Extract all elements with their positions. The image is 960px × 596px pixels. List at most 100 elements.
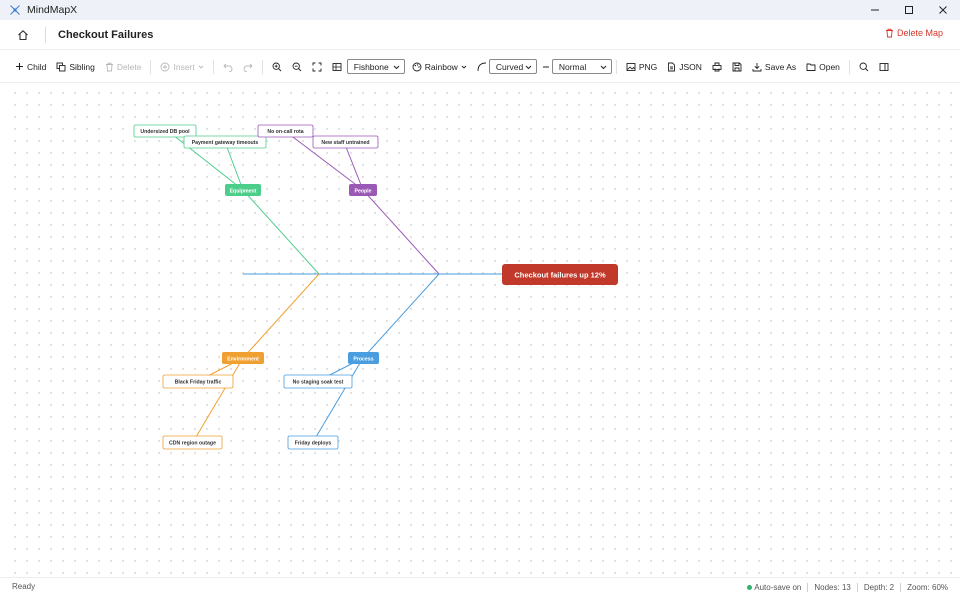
chevron-down-icon	[525, 65, 532, 69]
root-node-label: Checkout failures up 12%	[514, 271, 606, 280]
undo-icon	[223, 63, 233, 72]
add-sibling-label: Sibling	[69, 61, 95, 72]
save-as-label: Save As	[764, 61, 797, 72]
zoom-in-button[interactable]	[267, 57, 287, 77]
minimize-button[interactable]	[858, 0, 892, 20]
cause-node-cdn-region-outage[interactable]: CDN region outage	[162, 435, 223, 450]
fishbone-diagram: Checkout failures up 12% Equipment Peopl…	[133, 124, 618, 450]
theme-label: Rainbow	[424, 61, 458, 72]
open-label: Open	[819, 61, 840, 72]
curve-icon	[477, 62, 486, 71]
download-icon	[752, 62, 762, 71]
category-label-people: People	[354, 188, 371, 194]
export-png-label: PNG	[638, 61, 658, 72]
bone-people	[362, 189, 440, 275]
line-width-select[interactable]: Normal	[551, 59, 612, 74]
zoom-level: Zoom: 60%	[907, 582, 948, 592]
root-node[interactable]: Checkout failures up 12%	[502, 264, 618, 285]
category-node-process[interactable]: Process	[348, 352, 379, 364]
add-child-button[interactable]: Child	[10, 57, 51, 77]
export-json-button[interactable]: JSON	[662, 57, 707, 77]
redo-icon	[243, 63, 253, 72]
palette-icon	[412, 62, 422, 71]
search-icon	[859, 62, 869, 71]
zoom-out-button[interactable]	[287, 57, 307, 77]
mindmap-canvas[interactable]: Checkout failures up 12% Equipment Peopl…	[6, 84, 954, 576]
line-style-select-value: Curved	[495, 61, 524, 72]
node-count: Nodes: 13	[814, 582, 851, 592]
insert-menu-button[interactable]: Insert	[155, 57, 208, 77]
layout-select[interactable]: Fishbone	[346, 59, 405, 74]
category-node-equipment[interactable]: Equipment	[225, 184, 261, 196]
category-label-equipment: Equipment	[230, 188, 257, 194]
search-button[interactable]	[854, 57, 874, 77]
toolbar-divider	[615, 59, 617, 74]
app-title: MindMapX	[27, 4, 78, 16]
export-png-button[interactable]: PNG	[621, 57, 662, 77]
line-width-select-value: Normal	[558, 61, 587, 72]
home-button[interactable]	[17, 28, 31, 42]
save-button[interactable]	[727, 57, 747, 77]
theme-button[interactable]: Rainbow	[407, 57, 472, 77]
layout-button[interactable]	[327, 57, 347, 77]
chevron-down-icon	[600, 65, 607, 69]
cause-label: CDN region outage	[169, 441, 216, 447]
status-divider	[856, 582, 858, 592]
fit-view-button[interactable]	[307, 57, 327, 77]
line-style-button[interactable]	[472, 57, 489, 77]
status-divider	[900, 582, 902, 592]
fit-screen-icon	[312, 62, 322, 71]
category-label-environment: Environment	[227, 356, 259, 362]
delete-map-button[interactable]: Delete Map	[885, 28, 943, 38]
cause-node-friday-deploys[interactable]: Friday deploys	[287, 435, 339, 450]
printer-icon	[712, 62, 722, 71]
export-json-label: JSON	[679, 61, 702, 72]
category-node-people[interactable]: People	[349, 184, 377, 196]
undo-button[interactable]	[218, 57, 238, 77]
line-width-button[interactable]	[537, 57, 552, 77]
delete-node-button[interactable]: Delete	[100, 57, 147, 77]
status-divider	[807, 582, 809, 592]
autosave-indicator-icon	[747, 584, 753, 590]
cause-label: Undersized DB pool	[140, 129, 190, 135]
maximize-button[interactable]	[892, 0, 926, 20]
cause-label: No on-call rota	[267, 129, 303, 135]
redo-button[interactable]	[238, 57, 258, 77]
image-icon	[626, 62, 636, 71]
title-bar: MindMapX	[0, 0, 960, 20]
cause-node-no-staging-soak-test[interactable]: No staging soak test	[283, 374, 353, 389]
cause-node-undersized-db-pool[interactable]: Undersized DB pool	[133, 124, 197, 138]
close-window-button[interactable]	[926, 0, 960, 20]
zoom-in-icon	[272, 62, 282, 71]
folder-icon	[806, 63, 816, 71]
chevron-down-icon	[393, 65, 400, 69]
sidebar-icon	[879, 62, 889, 71]
add-sibling-button[interactable]: Sibling	[51, 57, 100, 77]
cause-label: No staging soak test	[293, 380, 344, 386]
layout-select-value: Fishbone	[353, 61, 389, 72]
cause-label: Payment gateway timeouts	[192, 140, 259, 146]
header-divider	[45, 26, 46, 43]
add-child-label: Child	[27, 61, 47, 72]
open-button[interactable]: Open	[801, 57, 845, 77]
autosave-status: Auto-save on	[747, 583, 801, 592]
cause-node-new-staff-untrained[interactable]: New staff untrained	[312, 135, 379, 149]
line-width-icon	[542, 66, 549, 67]
cause-node-black-friday-traffic[interactable]: Black Friday traffic	[162, 374, 234, 389]
cause-label: Friday deploys	[295, 441, 332, 447]
category-label-process: Process	[353, 356, 373, 362]
line-style-select[interactable]: Curved	[488, 59, 537, 74]
cause-node-payment-gateway-timeouts[interactable]: Payment gateway timeouts	[183, 135, 267, 149]
zoom-out-icon	[292, 62, 302, 71]
print-button[interactable]	[707, 57, 727, 77]
sibling-icon	[56, 62, 66, 71]
cause-label: Black Friday traffic	[175, 380, 222, 386]
category-node-environment[interactable]: Environment	[222, 352, 264, 364]
mindmap-logo-icon	[10, 5, 20, 15]
trash-icon	[885, 28, 893, 38]
cause-node-no-on-call-rota[interactable]: No on-call rota	[257, 124, 314, 138]
toggle-sidebar-button[interactable]	[874, 57, 894, 77]
save-as-button[interactable]: Save As	[747, 57, 801, 77]
delete-map-label: Delete Map	[896, 28, 943, 38]
toolbar-divider	[848, 59, 850, 74]
